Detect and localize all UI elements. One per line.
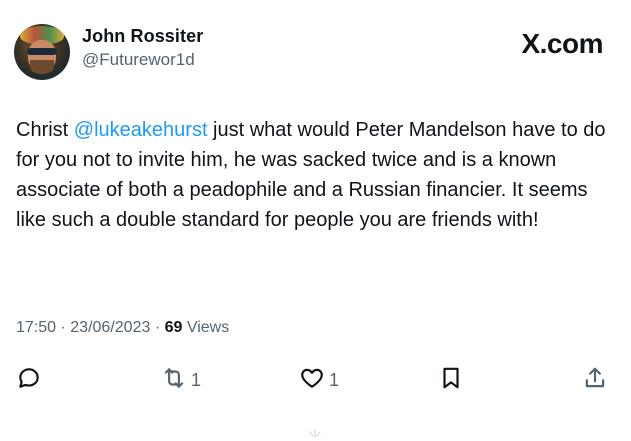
views-count: 69 — [164, 319, 183, 336]
tweet-meta: 17:50 · 23/06/2023 · 69 Views — [16, 319, 229, 337]
views-label: Views — [186, 319, 230, 336]
tweet-date[interactable]: 23/06/2023 — [70, 319, 150, 336]
meta-separator: · — [60, 319, 66, 336]
brand-logo: X.com — [521, 28, 603, 59]
bookmark-icon — [438, 365, 464, 396]
share-button[interactable] — [582, 364, 608, 396]
retweet-count: 1 — [191, 369, 202, 390]
retweet-icon — [161, 365, 187, 396]
tweet-text-before: Christ — [16, 119, 74, 141]
like-count: 1 — [329, 369, 340, 390]
avatar-glasses — [27, 48, 57, 55]
reply-button[interactable] — [16, 364, 42, 396]
action-bar: 1 1 — [16, 364, 616, 396]
mention-link[interactable]: @lukeakehurst — [74, 119, 208, 141]
like-button[interactable]: 1 — [299, 364, 339, 396]
tweet-time[interactable]: 17:50 — [16, 319, 56, 336]
retweet-button[interactable]: 1 — [161, 364, 201, 396]
share-icon — [582, 365, 608, 396]
bookmark-button[interactable] — [438, 364, 464, 396]
meta-separator: · — [154, 319, 161, 336]
reply-icon — [16, 365, 42, 396]
avatar-beard — [30, 60, 54, 74]
author-name[interactable]: John Rossiter — [82, 26, 203, 47]
loading-spinner-icon — [300, 428, 330, 438]
tweet-text: Christ @lukeakehurst just what would Pet… — [16, 115, 616, 235]
heart-icon — [299, 365, 325, 396]
avatar[interactable] — [14, 24, 70, 80]
author-handle[interactable]: @Futurewor1d — [82, 50, 195, 70]
